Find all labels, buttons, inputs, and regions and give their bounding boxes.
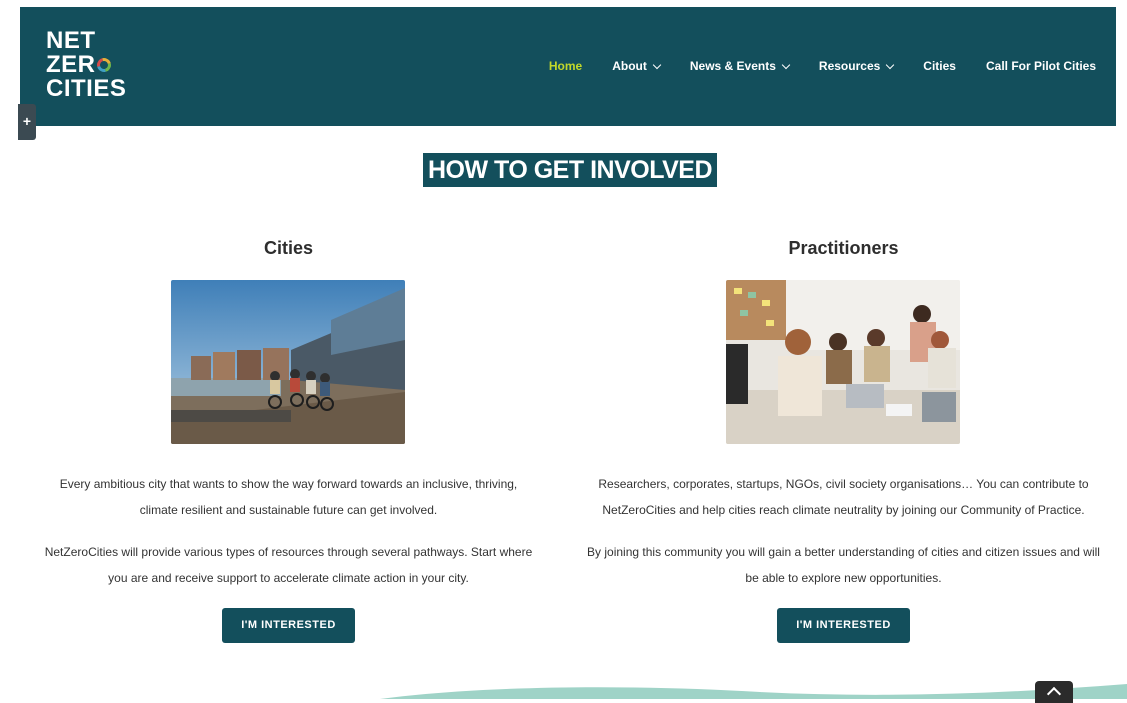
cities-heading: Cities [263, 238, 314, 258]
cities-column: Cities Every ambitious city that wants t… [40, 236, 537, 643]
chevron-down-icon [652, 60, 662, 69]
practitioners-photo [726, 280, 960, 444]
nav-call-for-pilot-cities-label: Call For Pilot Cities [985, 59, 1096, 73]
nav-news-events-label: News & Events [689, 59, 776, 73]
logo-line-1: NET [46, 27, 96, 54]
logo-line-2-text: ZER [46, 51, 96, 78]
practitioners-interested-button[interactable]: I'M INTERESTED [777, 608, 910, 643]
nav-resources-label: Resources [818, 59, 881, 73]
side-expand-tab[interactable]: + [18, 104, 36, 140]
plus-icon: + [22, 113, 32, 129]
nav-cities-label: Cities [923, 59, 956, 73]
nav-news-events[interactable]: News & Events [689, 59, 791, 73]
logo-ring-icon [93, 55, 114, 75]
practitioners-paragraph-2: By joining this community you will gain … [587, 545, 1100, 585]
cities-photo [171, 280, 405, 444]
netzerocities-logo[interactable]: NET ZER CITIES [46, 29, 126, 101]
practitioners-column: Practitioners Researchers, corporates, s… [587, 236, 1100, 643]
logo-line-3: CITIES [46, 75, 127, 102]
nav-resources[interactable]: Resources [818, 59, 895, 73]
nav-home[interactable]: Home [549, 59, 582, 73]
nav-home-label: Home [548, 59, 583, 73]
chevron-down-icon [781, 60, 791, 69]
nav-call-for-pilot-cities[interactable]: Call For Pilot Cities [986, 59, 1096, 73]
cyclists-waterfront-image [171, 280, 405, 444]
decorative-wave [380, 684, 1127, 699]
logo-line-2: ZER [46, 53, 126, 77]
main-navigation: Home About News & Events Resources Citie… [519, 59, 1096, 73]
cities-paragraph-2: NetZeroCities will provide various types… [44, 545, 533, 585]
site-header: NET ZER CITIES Home About News & Events … [20, 7, 1116, 126]
practitioners-heading: Practitioners [788, 238, 899, 258]
team-meeting-image [726, 280, 960, 444]
nav-about[interactable]: About [612, 59, 662, 73]
nav-cities[interactable]: Cities [923, 59, 956, 73]
practitioners-paragraph-1: Researchers, corporates, startups, NGOs,… [598, 477, 1089, 517]
section-title: HOW TO GET INVOLVED [423, 153, 717, 187]
cities-interested-button[interactable]: I'M INTERESTED [222, 608, 355, 643]
scroll-to-top-button[interactable] [1035, 681, 1073, 703]
cities-paragraph-1: Every ambitious city that wants to show … [59, 477, 518, 517]
chevron-down-icon [886, 60, 895, 69]
nav-about-label: About [612, 59, 647, 73]
